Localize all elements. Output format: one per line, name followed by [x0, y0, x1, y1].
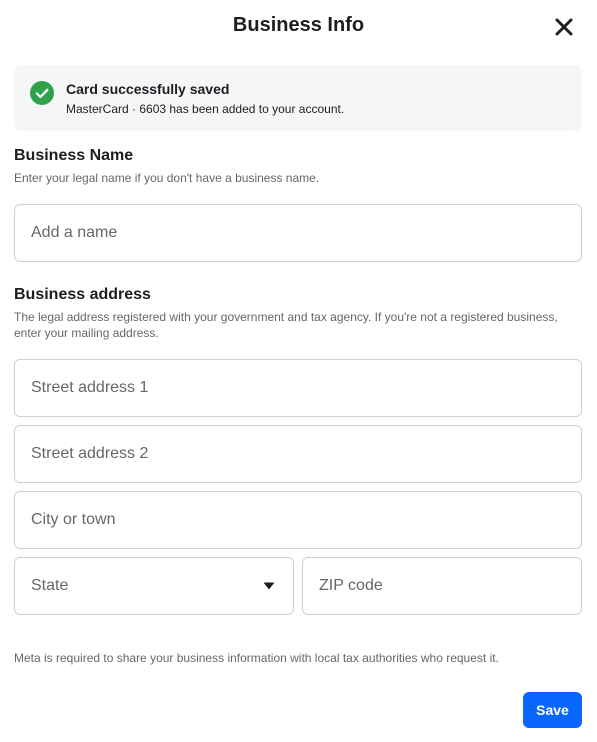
tax-disclosure-note: Meta is required to share your business …	[14, 651, 499, 665]
city-field[interactable]	[14, 491, 582, 549]
business-address-description: The legal address registered with your g…	[14, 310, 558, 340]
business-name-heading: Business Name	[14, 147, 134, 164]
close-icon	[555, 18, 573, 36]
save-button[interactable]: Save	[523, 692, 582, 728]
zip-code-field[interactable]	[302, 557, 582, 615]
state-select-label: State	[31, 577, 69, 594]
city-input[interactable]	[15, 492, 581, 548]
close-button[interactable]	[551, 14, 577, 40]
business-info-dialog: Business Info Card successfully saved Ma…	[0, 0, 597, 742]
street-address-2-input[interactable]	[15, 426, 581, 482]
state-select[interactable]: State	[14, 557, 294, 615]
success-banner: Card successfully saved MasterCard · 660…	[14, 65, 582, 131]
zip-code-input[interactable]	[303, 558, 581, 614]
check-circle-icon	[30, 81, 54, 105]
banner-message: MasterCard · 6603 has been added to your…	[66, 102, 345, 116]
dialog-title: Business Info	[232, 14, 365, 36]
street-address-1-input[interactable]	[15, 360, 581, 416]
street-address-1-field[interactable]	[14, 359, 582, 417]
street-address-2-field[interactable]	[14, 425, 582, 483]
dialog-header: Business Info	[0, 0, 597, 52]
business-name-field[interactable]	[14, 204, 582, 262]
business-name-input[interactable]	[15, 205, 581, 261]
caret-down-icon	[263, 582, 275, 590]
business-name-description: Enter your legal name if you don't have …	[14, 171, 320, 185]
banner-title: Card successfully saved	[66, 81, 230, 97]
business-address-heading: Business address	[14, 286, 151, 303]
